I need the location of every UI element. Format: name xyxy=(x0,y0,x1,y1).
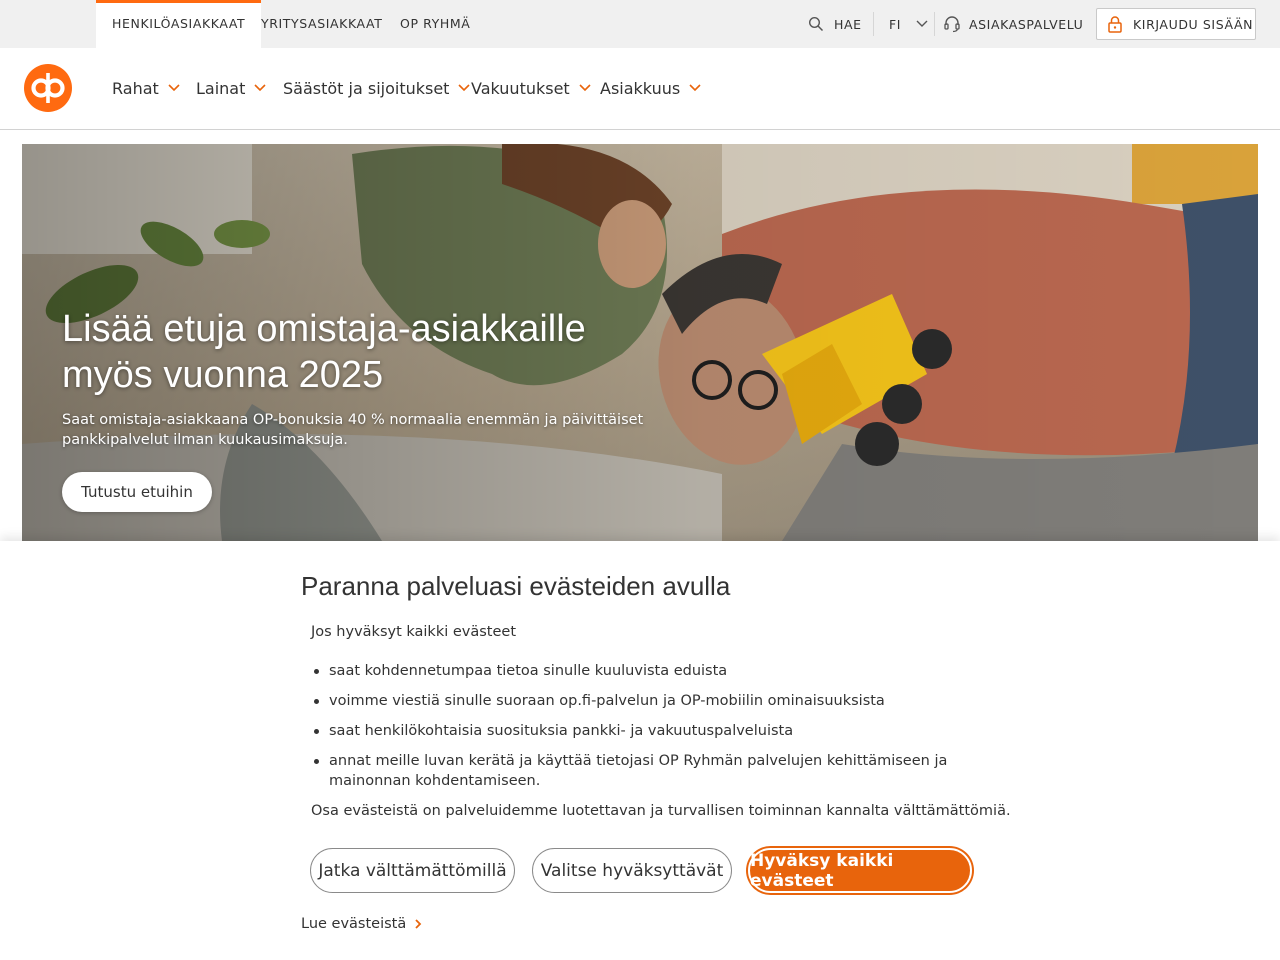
tab-op-ryhma[interactable]: OP RYHMÄ xyxy=(400,0,470,48)
nav-vakuutukset[interactable]: Vakuutukset xyxy=(471,76,592,100)
language-label: FI xyxy=(889,16,902,32)
login-label: KIRJAUDU SISÄÄN xyxy=(1133,16,1254,32)
nav-rahat[interactable]: Rahat xyxy=(112,76,181,100)
search-button[interactable]: HAE xyxy=(808,0,862,48)
cookie-intro: Jos hyväksyt kaikki evästeet xyxy=(311,624,517,640)
tab-label: HENKILÖASIAKKAAT xyxy=(112,16,246,31)
nav-lainat[interactable]: Lainat xyxy=(196,76,267,100)
link-label: Lue evästeistä xyxy=(301,916,407,932)
nav-label: Asiakkuus xyxy=(600,78,681,98)
nav-label: Lainat xyxy=(196,78,246,98)
divider xyxy=(934,12,935,36)
chevron-right-icon xyxy=(415,919,422,929)
continue-necessary-button[interactable]: Jatka välttämättömillä xyxy=(310,848,515,893)
nav-saastot-ja-sijoitukset[interactable]: Säästöt ja sijoitukset xyxy=(283,76,471,100)
hero-title: Lisää etuja omistaja-asiakkaille myös vu… xyxy=(62,306,662,398)
customer-service-label: ASIAKASPALVELU xyxy=(969,16,1084,32)
chevron-down-icon xyxy=(254,84,266,92)
chevron-down-icon xyxy=(689,84,701,92)
chevron-down-icon xyxy=(579,84,591,92)
tab-yritysasiakkaat[interactable]: YRITYSASIAKKAAT xyxy=(261,0,382,48)
nav-label: Säästöt ja sijoitukset xyxy=(283,78,450,98)
nav-label: Vakuutukset xyxy=(471,78,570,98)
hero-title-line: myös vuonna 2025 xyxy=(62,354,384,396)
divider xyxy=(873,12,874,36)
cookie-consent-panel: Paranna palveluasi evästeiden avulla Jos… xyxy=(0,541,1280,960)
button-label: Jatka välttämättömillä xyxy=(318,860,507,881)
accept-all-cookies-button[interactable]: Hyväksy kaikki evästeet xyxy=(748,848,972,893)
cookie-note: Osa evästeistä on palveluidemme luotetta… xyxy=(311,803,1011,819)
cookie-benefits-list: saat kohdennetumpaa tietoa sinulle kuulu… xyxy=(311,661,1001,801)
chevron-down-icon xyxy=(168,84,180,92)
button-label: Hyväksy kaikki evästeet xyxy=(750,850,894,891)
search-icon xyxy=(808,16,824,32)
nav-label: Rahat xyxy=(112,78,159,98)
button-label: Valitse hyväksyttävät xyxy=(540,860,724,881)
headset-icon xyxy=(944,16,960,33)
list-item: annat meille luvan kerätä ja käyttää tie… xyxy=(311,751,1001,791)
cookie-title: Paranna palveluasi evästeiden avulla xyxy=(301,571,731,601)
list-item: voimme viestiä sinulle suoraan op.fi-pal… xyxy=(311,691,1001,711)
list-item: saat henkilökohtaisia suosituksia pankki… xyxy=(311,721,1001,741)
list-item: saat kohdennetumpaa tietoa sinulle kuulu… xyxy=(311,661,1001,681)
tab-henkiloasiakkaat[interactable]: HENKILÖASIAKKAAT xyxy=(96,0,262,48)
hero-title-line: Lisää etuja omistaja-asiakkaille xyxy=(62,308,586,350)
choose-cookies-button[interactable]: Valitse hyväksyttävät xyxy=(532,848,732,893)
lock-icon xyxy=(1108,16,1122,33)
hero-cta-button[interactable]: Tutustu etuihin xyxy=(62,472,212,512)
tab-label: YRITYSASIAKKAAT xyxy=(261,16,383,31)
login-button[interactable]: KIRJAUDU SISÄÄN xyxy=(1096,8,1256,40)
nav-asiakkuus[interactable]: Asiakkuus xyxy=(600,76,702,100)
customer-service-link[interactable]: ASIAKASPALVELU xyxy=(943,0,1083,48)
chevron-down-icon xyxy=(916,20,928,27)
read-about-cookies-link[interactable]: Lue evästeistä xyxy=(301,916,422,932)
top-utility-bar: HENKILÖASIAKKAAT YRITYSASIAKKAAT OP RYHM… xyxy=(0,0,1280,48)
hero-description: Saat omistaja-asiakkaana OP-bonuksia 40 … xyxy=(62,412,644,448)
main-header: Rahat Lainat Säästöt ja sijoitukset Vaku… xyxy=(0,48,1280,130)
hero-cta-label: Tutustu etuihin xyxy=(81,483,193,501)
op-logo[interactable] xyxy=(24,64,72,112)
tab-label: OP RYHMÄ xyxy=(400,16,471,31)
hero-banner: Lisää etuja omistaja-asiakkaille myös vu… xyxy=(22,144,1258,541)
chevron-down-icon xyxy=(458,84,471,92)
language-select[interactable]: FI xyxy=(889,0,929,48)
search-label: HAE xyxy=(834,16,862,32)
